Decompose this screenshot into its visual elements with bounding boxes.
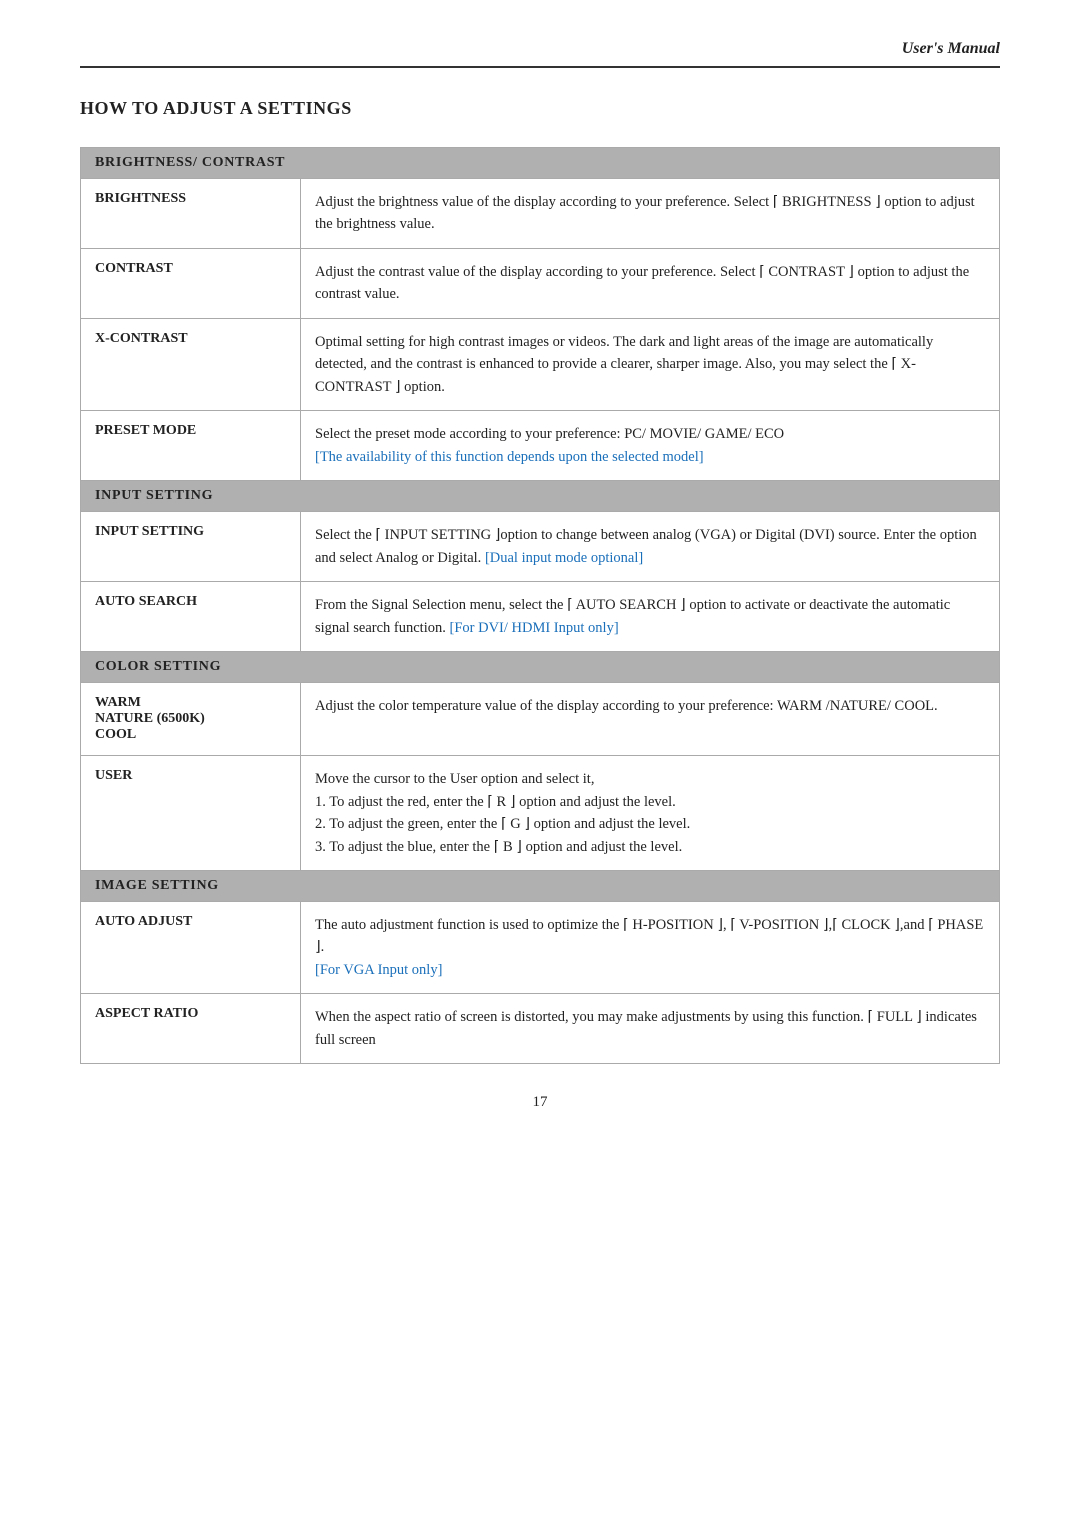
- contrast-label: CONTRAST: [81, 248, 301, 318]
- user-label: USER: [81, 756, 301, 871]
- aspect-ratio-label: ASPECT RATIO: [81, 994, 301, 1064]
- x-contrast-desc: Optimal setting for high contrast images…: [301, 318, 1000, 410]
- preset-mode-label: PRESET MODE: [81, 411, 301, 481]
- input-setting-label: INPUT SETTING: [81, 512, 301, 582]
- section-header-label: BRIGHTNESS/ CONTRAST: [81, 148, 1000, 179]
- section-input-label: INPUT SETTING: [81, 481, 1000, 512]
- section-image-label: IMAGE SETTING: [81, 870, 1000, 901]
- section-color-setting: COLOR SETTING: [81, 652, 1000, 683]
- table-row: PRESET MODE Select the preset mode accor…: [81, 411, 1000, 481]
- table-row: WARM NATURE (6500K) COOL Adjust the colo…: [81, 683, 1000, 756]
- auto-search-desc-plain: From the Signal Selection menu, select t…: [315, 597, 950, 635]
- auto-adjust-desc-plain: The auto adjustment function is used to …: [315, 917, 983, 955]
- table-row: USER Move the cursor to the User option …: [81, 756, 1000, 871]
- section-brightness-contrast: BRIGHTNESS/ CONTRAST: [81, 148, 1000, 179]
- warm-nature-cool-label: WARM NATURE (6500K) COOL: [81, 683, 301, 756]
- page-title: HOW TO ADJUST A SETTINGS: [80, 98, 1000, 119]
- auto-adjust-link: [For VGA Input only]: [315, 962, 442, 978]
- brightness-desc: Adjust the brightness value of the displ…: [301, 179, 1000, 249]
- section-image-setting: IMAGE SETTING: [81, 870, 1000, 901]
- input-setting-desc-plain: Select the ⌈ INPUT SETTING ⌋option to ch…: [315, 527, 977, 565]
- aspect-ratio-desc: When the aspect ratio of screen is disto…: [301, 994, 1000, 1064]
- preset-mode-desc: Select the preset mode according to your…: [301, 411, 1000, 481]
- warm-nature-cool-desc: Adjust the color temperature value of th…: [301, 683, 1000, 756]
- brightness-label: BRIGHTNESS: [81, 179, 301, 249]
- table-row: ASPECT RATIO When the aspect ratio of sc…: [81, 994, 1000, 1064]
- auto-search-link: [For DVI/ HDMI Input only]: [450, 620, 619, 636]
- table-row: X-CONTRAST Optimal setting for high cont…: [81, 318, 1000, 410]
- preset-mode-desc-plain: Select the preset mode according to your…: [315, 426, 784, 442]
- auto-search-desc: From the Signal Selection menu, select t…: [301, 582, 1000, 652]
- header-title: User's Manual: [902, 40, 1000, 58]
- table-row: BRIGHTNESS Adjust the brightness value o…: [81, 179, 1000, 249]
- section-color-label: COLOR SETTING: [81, 652, 1000, 683]
- header: User's Manual: [80, 40, 1000, 68]
- page-footer: 17: [80, 1094, 1000, 1111]
- section-input-setting: INPUT SETTING: [81, 481, 1000, 512]
- auto-adjust-label: AUTO ADJUST: [81, 901, 301, 993]
- table-row: CONTRAST Adjust the contrast value of th…: [81, 248, 1000, 318]
- user-desc: Move the cursor to the User option and s…: [301, 756, 1000, 871]
- auto-search-label: AUTO SEARCH: [81, 582, 301, 652]
- table-row: AUTO ADJUST The auto adjustment function…: [81, 901, 1000, 993]
- table-row: AUTO SEARCH From the Signal Selection me…: [81, 582, 1000, 652]
- contrast-desc: Adjust the contrast value of the display…: [301, 248, 1000, 318]
- x-contrast-label: X-CONTRAST: [81, 318, 301, 410]
- table-row: INPUT SETTING Select the ⌈ INPUT SETTING…: [81, 512, 1000, 582]
- page-number: 17: [533, 1094, 548, 1110]
- preset-mode-link: [The availability of this function depen…: [315, 449, 704, 465]
- input-setting-desc: Select the ⌈ INPUT SETTING ⌋option to ch…: [301, 512, 1000, 582]
- input-setting-link: [Dual input mode optional]: [485, 550, 643, 566]
- settings-table: BRIGHTNESS/ CONTRAST BRIGHTNESS Adjust t…: [80, 147, 1000, 1064]
- auto-adjust-desc: The auto adjustment function is used to …: [301, 901, 1000, 993]
